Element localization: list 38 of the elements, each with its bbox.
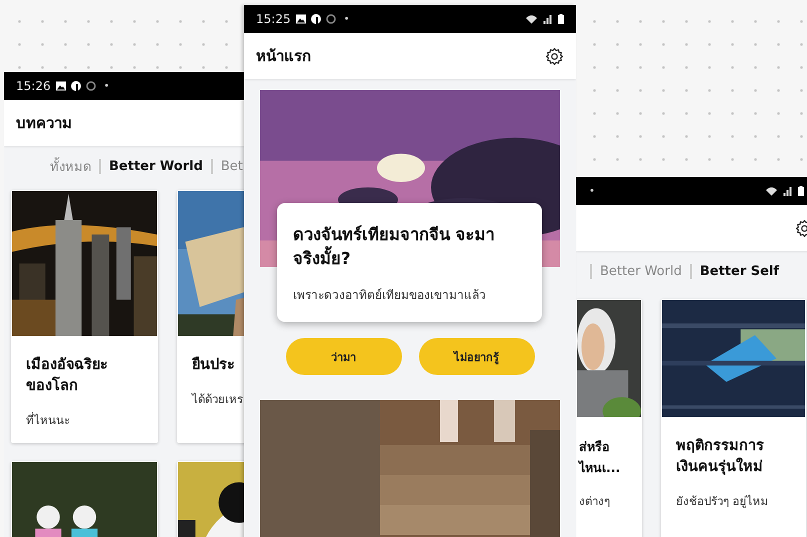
article-subtitle: งต่างๆ bbox=[578, 493, 611, 510]
article-card[interactable]: พฤติกรรมการเงินคนรุ่นใหม่ ยังช้อปรัวๆ อยู่ไหม bbox=[661, 299, 806, 537]
category-tab[interactable]: Better World bbox=[99, 158, 211, 174]
circle-badge-icon bbox=[310, 14, 321, 24]
category-tab[interactable]: Better Self bbox=[690, 264, 788, 278]
article-subtitle: ได้ด้วยเหร bbox=[190, 391, 244, 408]
article-card[interactable]: ส่หรือ ไหนเ... งต่างๆ bbox=[576, 299, 642, 537]
status-time: 15:25 bbox=[256, 12, 291, 26]
article-title: เมืองอัจฉริยะของโลก bbox=[25, 356, 109, 396]
circle-badge-icon bbox=[70, 81, 81, 91]
notification-dot: • bbox=[104, 80, 110, 92]
article-title: ยืนประ bbox=[190, 356, 236, 375]
status-time: 15:26 bbox=[16, 79, 51, 93]
article-title: พฤติกรรมการเงินคนรุ่นใหม่ bbox=[675, 437, 765, 477]
ring-icon bbox=[326, 14, 336, 24]
image-icon bbox=[296, 14, 306, 24]
answer-button[interactable]: ว่ามา bbox=[286, 338, 402, 375]
ring-icon bbox=[86, 81, 96, 91]
signal-icon bbox=[542, 14, 553, 24]
article-subtitle: ที่ไหนนะ bbox=[25, 411, 71, 429]
dialog-title: ดวงจันทร์เทียมจากจีน จะมาจริงมั้ย? bbox=[293, 224, 496, 270]
screen-title: หน้าแรก bbox=[256, 46, 311, 67]
article-subtitle: ยังช้อปรัวๆ อยู่ไหม bbox=[675, 493, 770, 510]
dialog-message: เพราะดวงอาทิตย์เทียมของเขามาแล้ว bbox=[293, 287, 487, 304]
battery-icon bbox=[558, 14, 564, 24]
notification-dot: • bbox=[344, 14, 350, 24]
signal-icon bbox=[782, 186, 793, 196]
image-icon bbox=[56, 81, 66, 91]
wifi-icon bbox=[526, 14, 537, 24]
wifi-icon bbox=[766, 186, 777, 196]
notification-dot: • bbox=[589, 186, 595, 196]
article-card[interactable]: ยืนประ ได้ด้วยเหร bbox=[177, 190, 244, 443]
article-title: ส่หรือ ไหนเ... bbox=[576, 438, 622, 477]
settings-icon[interactable] bbox=[545, 46, 564, 66]
battery-icon bbox=[798, 186, 804, 196]
answer-button[interactable]: ไม่อยากรู้ bbox=[418, 338, 534, 375]
article-card[interactable]: เมืองอัจฉริยะของโลก ที่ไหนนะ bbox=[11, 190, 158, 443]
screen-title: บทความ bbox=[16, 113, 72, 134]
